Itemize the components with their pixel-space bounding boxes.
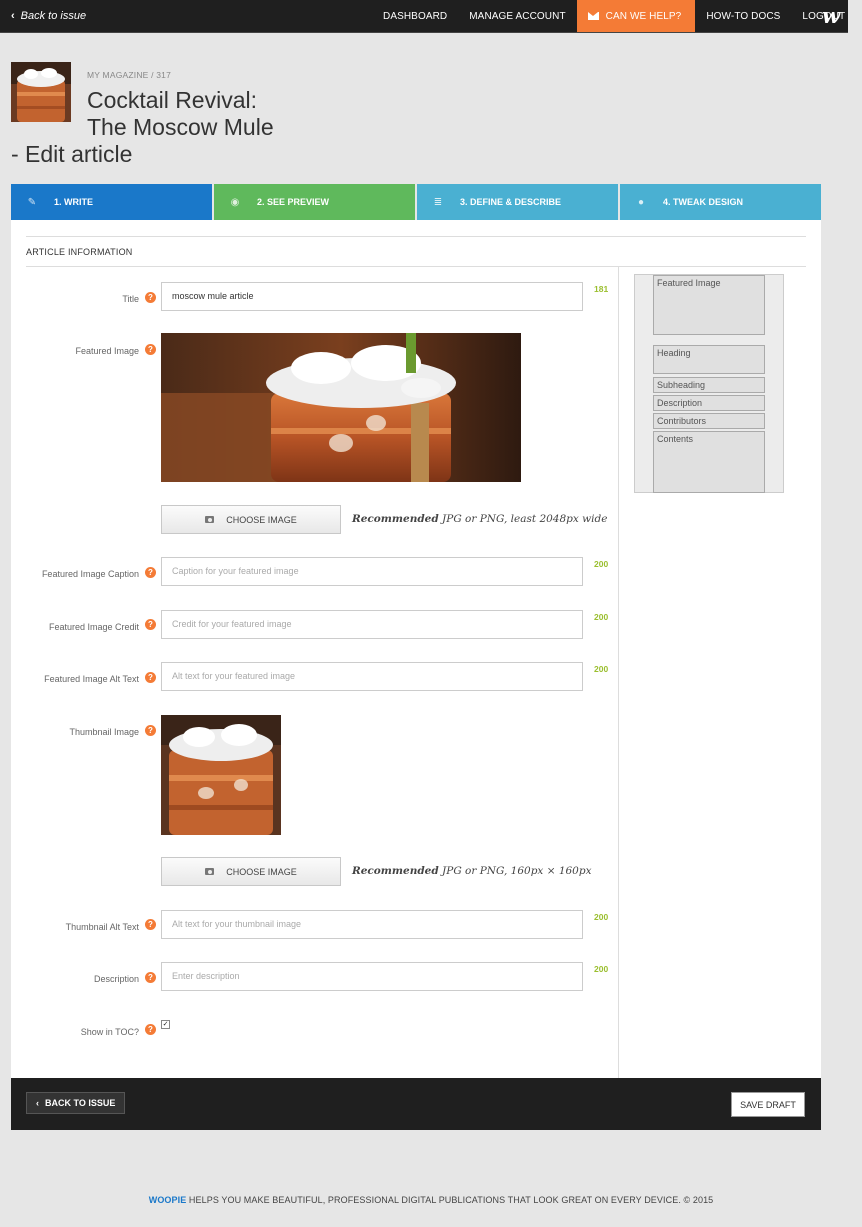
tab-define-describe-label: 3. DEFINE & DESCRIBE [460, 197, 562, 207]
description-label: Description [93, 974, 139, 984]
page-title-line2: The Moscow Mule [87, 114, 274, 140]
column-divider [618, 266, 619, 1078]
camera-icon [205, 868, 215, 875]
camera-icon [205, 516, 215, 523]
tab-define-describe[interactable]: ≣ 3. DEFINE & DESCRIBE [417, 184, 620, 220]
credit-char-count: 200 [594, 612, 609, 622]
chevron-left-icon: ‹ [11, 10, 15, 22]
footer-text: HELPS YOU MAKE BEAUTIFUL, PROFESSIONAL D… [186, 1195, 714, 1205]
nav-links: DASHBOARD MANAGE ACCOUNT CAN WE HELP? HO… [372, 0, 856, 32]
layout-block-description[interactable]: Description [653, 395, 765, 411]
help-icon[interactable]: ? [145, 919, 156, 930]
layout-block-contents[interactable]: Contents [653, 431, 765, 493]
layout-preview: Featured Image Heading Subheading Descri… [634, 274, 784, 493]
eye-icon: ◉ [230, 196, 240, 208]
back-to-issue-link[interactable]: ‹ Back to issue [11, 10, 86, 22]
bottom-action-bar: ‹ BACK TO ISSUE SAVE DRAFT [11, 1078, 821, 1130]
tab-write-label: 1. WRITE [54, 197, 94, 207]
nav-how-to-docs[interactable]: HOW-TO DOCS [695, 0, 791, 32]
help-icon[interactable]: ? [145, 1024, 156, 1035]
alt-text-label: Featured Image Alt Text [44, 674, 139, 684]
featured-image-label: Featured Image [75, 346, 139, 356]
show-in-toc-checkbox[interactable]: ✓ [161, 1020, 170, 1029]
show-in-toc-label: Show in TOC? [80, 1027, 139, 1037]
tab-tweak-design-label: 4. TWEAK DESIGN [663, 197, 744, 207]
choose-image-label: CHOOSE IMAGE [226, 866, 297, 877]
caption-input[interactable]: Caption for your featured image [161, 557, 583, 586]
back-to-issue-button[interactable]: ‹ BACK TO ISSUE [26, 1092, 126, 1114]
envelope-icon [587, 12, 599, 20]
choose-thumbnail-image-button[interactable]: CHOOSE IMAGE [161, 857, 341, 886]
divider [26, 266, 806, 267]
alt-text-char-count: 200 [594, 664, 609, 674]
footer: WOOPIE HELPS YOU MAKE BEAUTIFUL, PROFESS… [0, 1195, 862, 1205]
article-form-panel: ARTICLE INFORMATION Title ? moscow mule … [11, 220, 821, 1078]
featured-image-recommendation: Recommended JPG or PNG, least 2048px wid… [352, 513, 607, 525]
tab-tweak-design[interactable]: ● 4. TWEAK DESIGN [620, 184, 821, 220]
top-nav: ‹ Back to issue DASHBOARD MANAGE ACCOUNT… [0, 0, 862, 33]
featured-image-preview [161, 333, 521, 482]
tab-see-preview-label: 2. SEE PREVIEW [257, 197, 330, 207]
article-thumbnail [11, 62, 71, 122]
thumbnail-alt-char-count: 200 [594, 912, 609, 922]
alt-text-input[interactable]: Alt text for your featured image [161, 662, 583, 691]
nav-can-we-help-label: CAN WE HELP? [605, 10, 682, 22]
thumbnail-recommendation: Recommended JPG or PNG, 160px × 160px [352, 865, 592, 877]
nav-dashboard[interactable]: DASHBOARD [372, 0, 458, 32]
choose-featured-image-button[interactable]: CHOOSE IMAGE [161, 505, 341, 534]
help-icon[interactable]: ? [145, 972, 156, 983]
description-input[interactable]: Enter description [161, 962, 583, 991]
help-icon[interactable]: ? [145, 292, 156, 303]
thumbnail-image-preview [161, 715, 281, 835]
layout-block-contributors[interactable]: Contributors [653, 413, 765, 429]
title-input[interactable]: moscow mule article [161, 282, 583, 311]
thumbnail-alt-label: Thumbnail Alt Text [65, 922, 139, 932]
pencil-icon: ✎ [27, 196, 37, 208]
layout-block-featured-image[interactable]: Featured Image [653, 275, 765, 335]
title-char-count: 181 [594, 284, 609, 294]
caption-char-count: 200 [594, 559, 609, 569]
drop-icon: ● [637, 196, 645, 208]
credit-label: Featured Image Credit [48, 622, 139, 632]
description-char-count: 200 [594, 964, 609, 974]
breadcrumb: MY MAGAZINE / 317 [87, 70, 172, 80]
title-label: Title [122, 294, 139, 304]
back-to-issue-button-label: BACK TO ISSUE [45, 1098, 116, 1108]
caption-label: Featured Image Caption [41, 569, 139, 579]
window-edge [848, 0, 862, 33]
page-title-line1: Cocktail Revival: [87, 87, 257, 113]
layout-block-heading[interactable]: Heading [653, 345, 765, 374]
divider [26, 236, 806, 237]
recommendation-text: JPG or PNG, least 2048px wide [442, 513, 608, 525]
help-icon[interactable]: ? [145, 344, 156, 355]
help-icon[interactable]: ? [145, 619, 156, 630]
nav-can-we-help[interactable]: CAN WE HELP? [576, 0, 696, 32]
help-icon[interactable]: ? [145, 672, 156, 683]
section-title: ARTICLE INFORMATION [26, 247, 133, 257]
nav-manage-account[interactable]: MANAGE ACCOUNT [458, 0, 576, 32]
page-title-line3: - Edit article [11, 141, 133, 167]
recommended-label: Recommended [352, 513, 439, 525]
tab-see-preview[interactable]: ◉ 2. SEE PREVIEW [214, 184, 417, 220]
chevron-left-icon: ‹ [36, 1098, 39, 1108]
help-icon[interactable]: ? [145, 567, 156, 578]
credit-input[interactable]: Credit for your featured image [161, 610, 583, 639]
footer-brand-link[interactable]: WOOPIE [149, 1195, 187, 1205]
recommended-label: Recommended [352, 865, 439, 877]
tab-write[interactable]: ✎ 1. WRITE [11, 184, 214, 220]
layout-block-subheading[interactable]: Subheading [653, 377, 765, 393]
save-draft-button[interactable]: SAVE DRAFT [731, 1092, 805, 1117]
woopie-logo[interactable]: w [822, 4, 840, 28]
thumbnail-alt-input[interactable]: Alt text for your thumbnail image [161, 910, 583, 939]
step-tabs: ✎ 1. WRITE ◉ 2. SEE PREVIEW ≣ 3. DEFINE … [11, 184, 821, 220]
choose-image-label: CHOOSE IMAGE [226, 514, 297, 525]
list-icon: ≣ [433, 196, 443, 208]
help-icon[interactable]: ? [145, 725, 156, 736]
thumbnail-label: Thumbnail Image [69, 727, 139, 737]
recommendation-text: JPG or PNG, 160px × 160px [442, 865, 592, 877]
back-to-issue-label: Back to issue [20, 10, 87, 22]
